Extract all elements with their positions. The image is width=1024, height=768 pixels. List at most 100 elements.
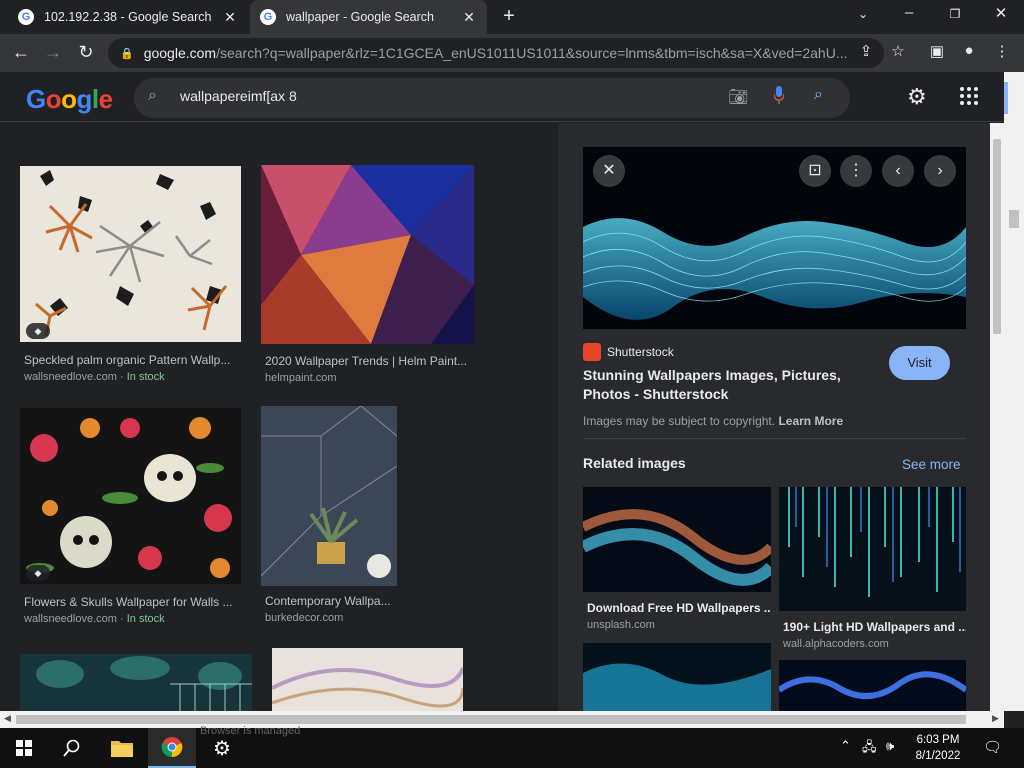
result-thumbnail-flowers-skulls[interactable] — [20, 408, 241, 584]
clock-time: 6:03 PM — [916, 734, 960, 746]
file-explorer-button[interactable] — [98, 728, 146, 768]
scroll-left-icon[interactable]: ◀ — [4, 713, 11, 724]
windows-logo-icon — [16, 740, 32, 756]
browser-menu-icon[interactable]: ⋮ — [992, 42, 1012, 60]
taskbar-search-button[interactable] — [48, 728, 96, 768]
side-panel-icon[interactable]: ▣ — [927, 42, 947, 60]
result-title[interactable]: 2020 Wallpaper Trends | Helm Paint... — [265, 354, 474, 368]
start-button[interactable] — [0, 728, 48, 768]
panel-scrollbar[interactable] — [990, 123, 1004, 711]
new-tab-button[interactable]: + — [497, 5, 521, 28]
horizontal-scrollbar[interactable]: ◀ ▶ — [0, 711, 1004, 728]
result-source-domain: helmpaint.com — [265, 372, 337, 384]
preview-title[interactable]: Stunning Wallpapers Images, Pictures, Ph… — [583, 366, 873, 404]
related-thumbnail-cyan-wave[interactable] — [583, 643, 771, 711]
related-thumbnail-particle-wave[interactable] — [583, 487, 771, 592]
result-source-domain: wallsneedlove.com — [24, 613, 117, 625]
related-thumbnail-light-rain[interactable] — [779, 487, 966, 611]
result-title[interactable]: Flowers & Skulls Wallpaper for Walls ... — [24, 595, 239, 609]
divider — [583, 438, 966, 439]
google-apps-icon[interactable] — [960, 87, 978, 105]
share-icon[interactable]: ⇪ — [856, 42, 876, 60]
restore-icon[interactable]: ❐ — [943, 7, 967, 21]
tab-title: wallpaper - Google Search — [286, 10, 434, 24]
copyright-text: Images may be subject to copyright. — [583, 414, 776, 428]
back-arrow-icon[interactable]: ← — [10, 42, 32, 62]
chrome-taskbar-button[interactable] — [148, 728, 196, 768]
google-favicon-icon: G — [260, 9, 276, 25]
shopping-tag-icon: ◆ — [26, 323, 50, 339]
preview-image[interactable]: ✕ ⊡ ⋮ ‹ › — [583, 147, 966, 329]
image-results-grid: ◆ Speckled palm organic Pattern Wallp...… — [0, 123, 558, 711]
related-title[interactable]: Download Free HD Wallpapers ... — [587, 601, 771, 615]
related-source: unsplash.com — [587, 619, 655, 631]
more-options-icon[interactable]: ⋮ — [840, 155, 872, 187]
tray-chevron-icon[interactable]: ⌃ — [840, 738, 851, 754]
lens-search-icon[interactable]: ⊡ — [799, 155, 831, 187]
camera-search-icon[interactable]: 📷︎ — [728, 87, 748, 107]
tab-search-ip[interactable]: G 102.192.2.38 - Google Search ✕ — [8, 0, 248, 34]
browser-managed-text: Browser is managed — [200, 725, 301, 737]
close-preview-icon[interactable]: ✕ — [593, 155, 625, 187]
related-title[interactable]: 190+ Light HD Wallpapers and ... — [783, 620, 966, 634]
source-row[interactable]: Shutterstock — [583, 343, 674, 361]
panel-scrollbar-thumb[interactable] — [993, 139, 1001, 334]
tab-wallpaper[interactable]: G wallpaper - Google Search ✕ — [250, 0, 487, 34]
result-source: wallsneedlove.com · In stock — [24, 613, 165, 625]
result-thumbnail-contemporary[interactable] — [261, 406, 397, 586]
address-bar: ← → ↻ 🔒 google.com/search?q=wallpaper&rl… — [0, 34, 1024, 72]
search-input[interactable] — [180, 88, 680, 104]
result-title[interactable]: Speckled palm organic Pattern Wallp... — [24, 353, 239, 367]
search-icon: ⌕ — [148, 87, 157, 104]
result-thumbnail-geometric[interactable] — [261, 165, 474, 344]
previous-image-icon[interactable]: ‹ — [882, 155, 914, 187]
related-thumbnail-blue-wave[interactable] — [779, 660, 966, 711]
in-stock-label: In stock — [126, 371, 165, 383]
result-source: wallsneedlove.com · In stock — [24, 371, 165, 383]
shopping-tag-icon: ◆ — [26, 565, 50, 581]
reload-icon[interactable]: ↻ — [75, 42, 97, 62]
tab-strip: G 102.192.2.38 - Google Search ✕ G wallp… — [0, 0, 1024, 34]
result-source-domain: wallsneedlove.com — [24, 371, 117, 383]
settings-gear-icon[interactable]: ⚙ — [907, 84, 927, 110]
scroll-right-icon[interactable]: ▶ — [992, 713, 999, 724]
tab-search-chevron-icon[interactable]: ⌄ — [851, 7, 875, 21]
close-tab-icon[interactable]: ✕ — [222, 9, 238, 26]
side-panel-tab[interactable] — [1004, 82, 1008, 114]
chrome-logo-icon — [161, 737, 183, 758]
search-submit-icon[interactable]: ⌕ — [814, 86, 823, 104]
network-icon[interactable]: 🖧︎ — [862, 738, 877, 760]
notifications-icon[interactable]: 🗨︎ — [983, 738, 1002, 756]
tab-title: 102.192.2.38 - Google Search — [44, 10, 212, 24]
window-close-icon[interactable]: ✕ — [989, 4, 1013, 22]
search-box: ⌕ 📷︎ ⌕ — [134, 78, 850, 118]
visit-button[interactable]: Visit — [889, 346, 950, 380]
url-path: /search?q=wallpaper&rlz=1C1GCEA_enUS1011… — [216, 45, 848, 61]
bookmark-star-icon[interactable]: ☆ — [888, 42, 908, 60]
result-thumbnail-palm-pattern[interactable] — [20, 166, 241, 342]
close-tab-icon[interactable]: ✕ — [461, 9, 477, 26]
in-stock-label: In stock — [126, 613, 165, 625]
url-host: google.com — [143, 45, 217, 61]
learn-more-link[interactable]: Learn More — [778, 414, 843, 428]
next-image-icon[interactable]: › — [924, 155, 956, 187]
forward-arrow-icon[interactable]: → — [42, 42, 64, 62]
microphone-icon[interactable] — [774, 86, 784, 104]
profile-avatar-icon[interactable]: ● — [959, 42, 979, 59]
result-source-domain: burkedecor.com — [265, 612, 344, 624]
related-images-heading: Related images — [583, 455, 686, 471]
url-field[interactable]: 🔒 google.com/search?q=wallpaper&rlz=1C1G… — [108, 38, 884, 68]
minimize-icon[interactable]: – — [897, 4, 921, 21]
taskbar-clock[interactable]: 6:03 PM 8/1/2022 — [903, 732, 973, 764]
horizontal-scrollbar-thumb[interactable] — [16, 715, 966, 724]
lock-icon: 🔒 — [120, 47, 134, 60]
page-scrollbar[interactable] — [1004, 72, 1024, 711]
volume-icon[interactable]: 🕪︎ — [886, 738, 894, 754]
result-title[interactable]: Contemporary Wallpa... — [265, 594, 397, 608]
result-thumbnail-jungle[interactable] — [20, 654, 252, 711]
result-thumbnail-marble[interactable] — [272, 648, 463, 711]
see-more-link[interactable]: See more — [902, 457, 961, 472]
copyright-notice: Images may be subject to copyright. Lear… — [583, 414, 843, 428]
page-scrollbar-thumb[interactable] — [1009, 210, 1019, 228]
google-logo[interactable]: Google — [26, 84, 113, 115]
